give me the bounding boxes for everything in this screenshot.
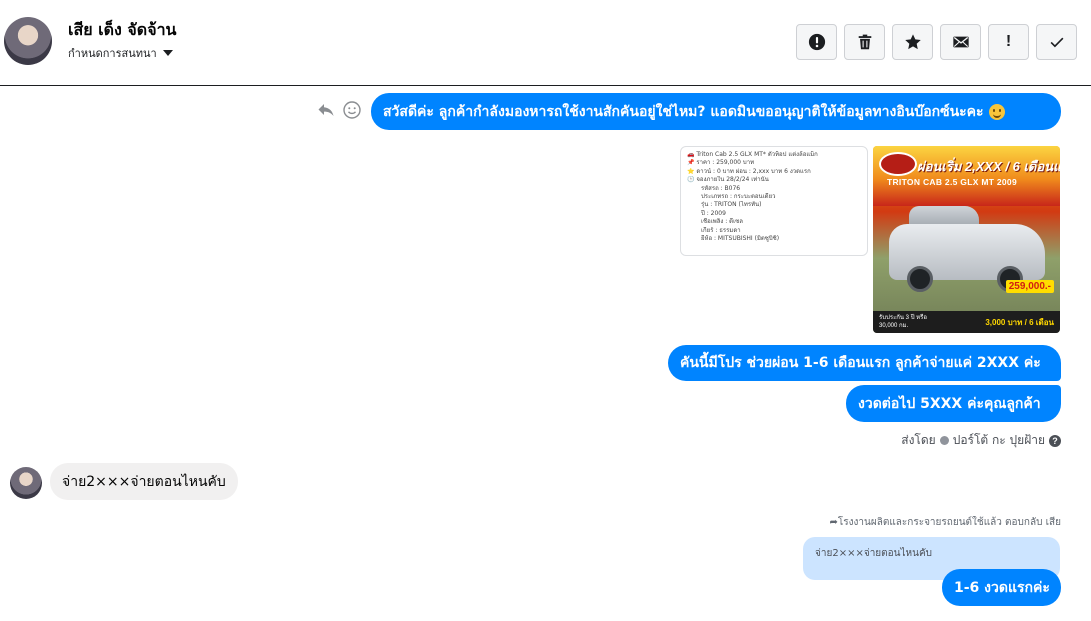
caret-down-icon [162,50,173,56]
sent-by-name: ปอร์โต้ กะ ปุยฝ้าย [952,433,1045,447]
outgoing-message[interactable]: งวดต่อไป 5XXX ค่ะคุณลูกค้า [846,385,1061,422]
conversation-header: เสีย เด็ง จัดจ้าน กำหนดการสนทนา ! [0,0,1091,86]
message-text: สวัสดีค่ะ ลูกค้ากำลังมองหารถใช้งานสักคัน… [383,103,984,120]
smiling-emoji-icon [988,103,1005,120]
listing-line: 🚗 Triton Cab 2.5 GLX MT* ตัวท็อป แต่งล้อ… [687,151,818,158]
check-icon [1050,37,1063,48]
incoming-message[interactable]: จ่าย2×××จ่ายตอนไหนคับ [50,463,238,500]
contact-avatar-small[interactable] [10,467,42,499]
ad-warranty: รับประกัน 3 ปี หรือ 30,000 กม. [879,315,927,329]
sent-by-label: ส่งโดย [901,433,936,447]
admin-badge-icon [939,436,949,445]
mark-done-button[interactable] [1036,24,1077,60]
conversation-settings-dropdown[interactable]: กำหนดการสนทนา [68,44,173,62]
exclamation-icon: ! [1005,33,1012,50]
ad-headline: ผ่อนเริ่ม 2,XXX / 6 เดือนแรก [917,159,1060,174]
outgoing-message[interactable]: คันนี้มีโปร ช่วยผ่อน 1-6 เดือนแรก ลูกค้า… [668,345,1061,381]
ad-model: TRITON CAB 2.5 GLX MT 2009 [887,177,1017,187]
message-actions [316,100,362,120]
mark-spam-button[interactable] [796,24,837,60]
listing-line: เกียร์ : ธรรมดา [701,226,741,234]
listing-line: รุ่น : TRITON (ไทรทัน) [701,201,762,209]
reply-icon[interactable] [316,100,336,120]
outgoing-message[interactable]: สวัสดีค่ะ ลูกค้ากำลังมองหารถใช้งานสักคัน… [371,93,1061,130]
star-icon [904,34,921,50]
help-icon[interactable]: ? [1049,434,1061,447]
listing-details-image[interactable]: 🚗 Triton Cab 2.5 GLX MT* ตัวท็อป แต่งล้อ… [680,146,868,256]
listing-line: รหัสรถ : B076 [701,184,741,192]
listing-line: เชื้อเพลิง : ดีเซล [701,218,743,226]
listing-line: ประเภทรถ : กระบะตอนเดียว [701,193,776,201]
envelope-icon [952,36,969,48]
star-button[interactable] [892,24,933,60]
wheel-front [907,266,933,292]
listing-line: 📌 ราคา : 259,000 บาท [687,159,755,167]
alert-circle-icon [808,33,825,51]
message-text: คันนี้มีโปร ช่วยผ่อน 1-6 เดือนแรก ลูกค้า… [680,355,1041,371]
reply-context: ➦โรงงานผลิตและกระจายรถยนต์ใช้แล้ว ตอบกลั… [830,515,1062,530]
conversation-toolbar: ! [796,24,1077,60]
reply-arrow-icon: ➦ [829,517,838,528]
car-ad-image[interactable]: ผ่อนเริ่ม 2,XXX / 6 เดือนแรก TRITON CAB … [873,146,1060,333]
contact-avatar[interactable] [4,17,52,65]
ad-price: 259,000.- [1005,280,1054,293]
ad-footer: รับประกัน 3 ปี หรือ 30,000 กม. 3,000 บาท… [873,311,1060,333]
listing-line: 🕒 จองภายใน 28/2/24 เท่านั้น [687,176,769,184]
conversation-settings-label: กำหนดการสนทนา [68,47,157,60]
listing-line: ปี : 2009 [701,209,726,217]
contact-name[interactable]: เสีย เด็ง จัดจ้าน [68,18,176,43]
smiley-icon[interactable] [342,100,362,120]
listing-line: ยี่ห้อ : MITSUBISHI (มิตซูบิชิ) [701,235,780,243]
sent-by-info: ส่งโดย ปอร์โต้ กะ ปุยฝ้าย ? [901,431,1061,450]
message-text: จ่าย2×××จ่ายตอนไหนคับ [62,473,226,490]
reply-context-text: โรงงานผลิตและกระจายรถยนต์ใช้แล้ว ตอบกลับ… [837,517,1061,528]
trash-icon [858,34,871,50]
delete-button[interactable] [844,24,885,60]
outgoing-message[interactable]: 1-6 งวดแรกค่ะ [942,569,1061,606]
ad-installment: 3,000 บาท / 6 เดือน [985,318,1054,327]
message-text: งวดต่อไป 5XXX ค่ะคุณลูกค้า [858,395,1041,412]
listing-line: ⭐ ดาวน์ : 0 บาท ผ่อน : 2,xxx บาท 6 งวดแร… [687,167,811,175]
message-text: 1-6 งวดแรกค่ะ [954,579,1050,596]
mark-unread-button[interactable] [940,24,981,60]
follow-up-button[interactable]: ! [988,24,1029,60]
quoted-text: จ่าย2×××จ่ายตอนไหนคับ [815,548,932,559]
dealer-logo [879,152,917,176]
